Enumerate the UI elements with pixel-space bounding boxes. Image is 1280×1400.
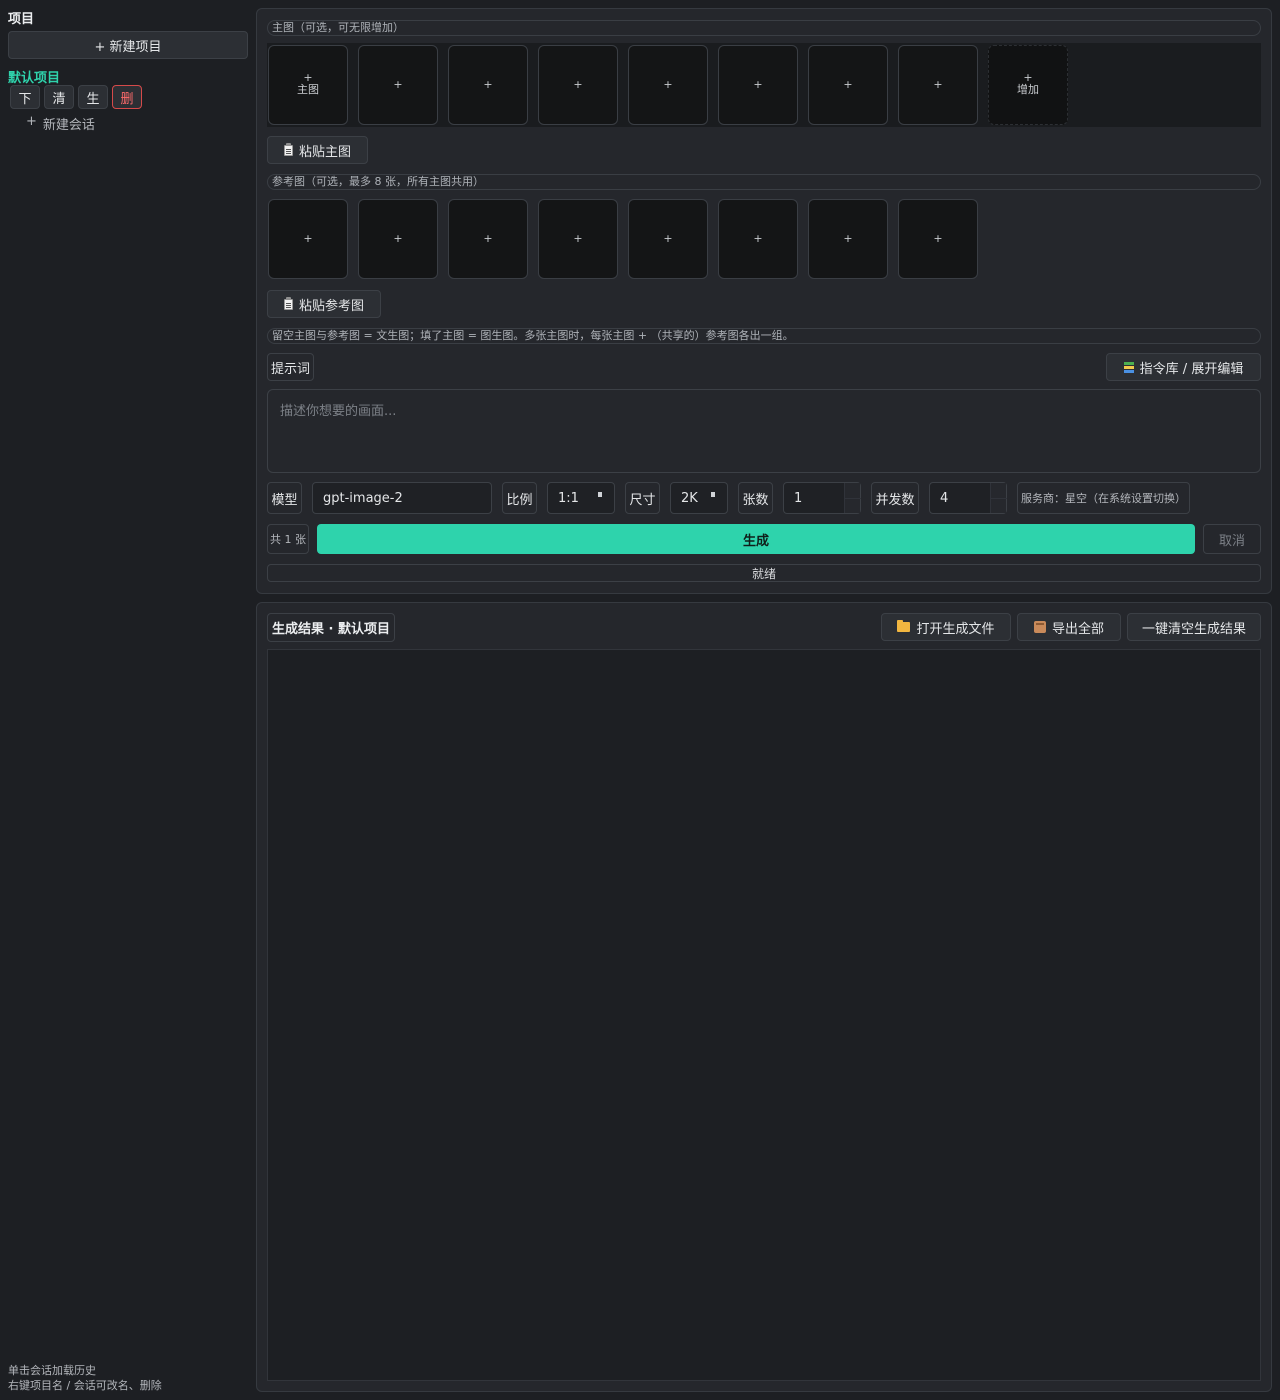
ref-image-slot[interactable]: + [628,199,708,279]
sidebar-hint-rename: 右键项目名 / 会话可改名、删除 [8,1379,162,1392]
project-name-default[interactable]: 默认项目 [8,67,60,86]
total-count-badge: 共 1 张 [267,524,309,554]
sidebar-hint-load-history: 单击会话加载历史 [8,1364,96,1377]
count-stepper[interactable]: 1 [783,482,861,514]
main-images-strip: + 主图 + + + + + + + + 增加 [267,43,1261,127]
clipboard-icon [283,296,293,310]
prompt-library-button[interactable]: 指令库 / 展开编辑 [1106,353,1261,381]
open-files-button[interactable]: 打开生成文件 [881,613,1011,641]
plus-icon: + [483,78,493,91]
ref-image-slot[interactable]: + [898,199,978,279]
ref-image-slot[interactable]: + [808,199,888,279]
prompt-textarea[interactable]: 描述你想要的画面... [267,389,1261,473]
main-image-slot[interactable]: + [358,45,438,125]
new-project-button[interactable]: + 新建项目 [8,31,248,59]
paste-main-image-label: 粘贴主图 [298,144,351,160]
plus-icon: + [303,71,313,84]
plus-icon: + [933,78,943,91]
dropdown-arrow-icon [598,492,602,497]
size-label: 尺寸 [625,482,660,514]
provider-info: 服务商：星空（在系统设置切换） [1017,482,1190,514]
paste-ref-image-label: 粘贴参考图 [298,298,364,314]
ref-image-slot[interactable]: + [538,199,618,279]
ref-image-slot[interactable]: + [448,199,528,279]
model-input[interactable]: gpt-image-2 [312,482,492,514]
plus-icon: + [573,78,583,91]
project-clear-button[interactable]: 清 [44,85,74,109]
ref-image-slot[interactable]: + [268,199,348,279]
stepper-arrows-icon[interactable] [990,483,1007,513]
export-all-button[interactable]: 导出全部 [1017,613,1121,641]
project-download-button[interactable]: 下 [10,85,40,109]
concurrency-value: 4 [940,490,949,506]
sidebar-title: 项目 [8,12,35,27]
mode-info-text: 留空主图与参考图 = 文生图；填了主图 = 图生图。多张主图时，每张主图 + （… [267,328,1261,344]
package-icon [1033,621,1046,633]
prompt-label: 提示词 [267,353,314,381]
plus-icon: + [393,232,403,245]
main-image-slot[interactable]: + [898,45,978,125]
plus-icon: + [753,78,763,91]
cancel-button[interactable]: 取消 [1203,524,1261,554]
clipboard-icon [283,142,293,156]
main-image-slot[interactable]: + [538,45,618,125]
main-image-slot[interactable]: + [808,45,888,125]
ref-images-strip: + + + + + + + + [267,197,1261,281]
new-session-link[interactable]: + 新建会话 [26,114,95,133]
concurrency-label: 并发数 [871,482,919,514]
count-label: 张数 [738,482,773,514]
plus-icon: + [663,232,673,245]
ref-image-slot[interactable]: + [718,199,798,279]
ratio-select[interactable]: 1:1 [547,482,615,514]
plus-icon: + [753,232,763,245]
plus-icon: + [843,78,853,91]
ref-image-slot[interactable]: + [358,199,438,279]
new-session-label: 新建会话 [42,118,95,133]
dropdown-arrow-icon [711,492,715,497]
size-select[interactable]: 2K [670,482,728,514]
results-title: 生成结果 · 默认项目 [267,613,395,642]
plus-icon: + [483,232,493,245]
books-icon [1123,361,1134,373]
concurrency-stepper[interactable]: 4 [929,482,1007,514]
status-bar: 就绪 [267,564,1261,582]
size-value: 2K [681,490,698,506]
main-slot-label: 主图 [297,83,319,96]
stepper-arrows-icon[interactable] [844,483,861,513]
folder-icon [897,620,911,632]
results-area [267,649,1261,1381]
add-main-image-slot[interactable]: + 增加 [988,45,1068,125]
count-value: 1 [794,490,803,506]
plus-icon: + [1023,71,1033,84]
ratio-label: 比例 [502,482,537,514]
plus-icon: + [303,232,313,245]
prompt-library-label: 指令库 / 展开编辑 [1139,361,1244,377]
plus-icon: + [843,232,853,245]
project-delete-button[interactable]: 删 [112,85,142,109]
main-image-slot[interactable]: + [448,45,528,125]
ratio-value: 1:1 [558,490,579,506]
paste-main-image-button[interactable]: 粘贴主图 [267,136,368,164]
main-image-slot[interactable]: + [628,45,708,125]
open-files-label: 打开生成文件 [916,621,995,637]
plus-icon: + [663,78,673,91]
main-image-slot[interactable]: + 主图 [268,45,348,125]
generate-button[interactable]: 生成 [317,524,1195,554]
plus-icon: + [393,78,403,91]
plus-icon: + [573,232,583,245]
project-generate-button[interactable]: 生 [78,85,108,109]
sidebar: 项目 + 新建项目 默认项目 下 清 生 删 + 新建会话 单击会话加载历史 右… [0,0,256,1400]
model-label: 模型 [267,482,302,514]
plus-icon: + [26,114,37,129]
main-images-label: 主图（可选，可无限增加） [267,20,1261,36]
clear-results-button[interactable]: 一键清空生成结果 [1127,613,1261,641]
ref-images-label: 参考图（可选，最多 8 张，所有主图共用） [267,174,1261,190]
main-image-slot[interactable]: + [718,45,798,125]
project-actions: 下 清 生 删 [10,85,142,109]
export-all-label: 导出全部 [1051,621,1104,637]
plus-icon: + [933,232,943,245]
add-slot-label: 增加 [1017,83,1039,96]
paste-ref-image-button[interactable]: 粘贴参考图 [267,290,381,318]
